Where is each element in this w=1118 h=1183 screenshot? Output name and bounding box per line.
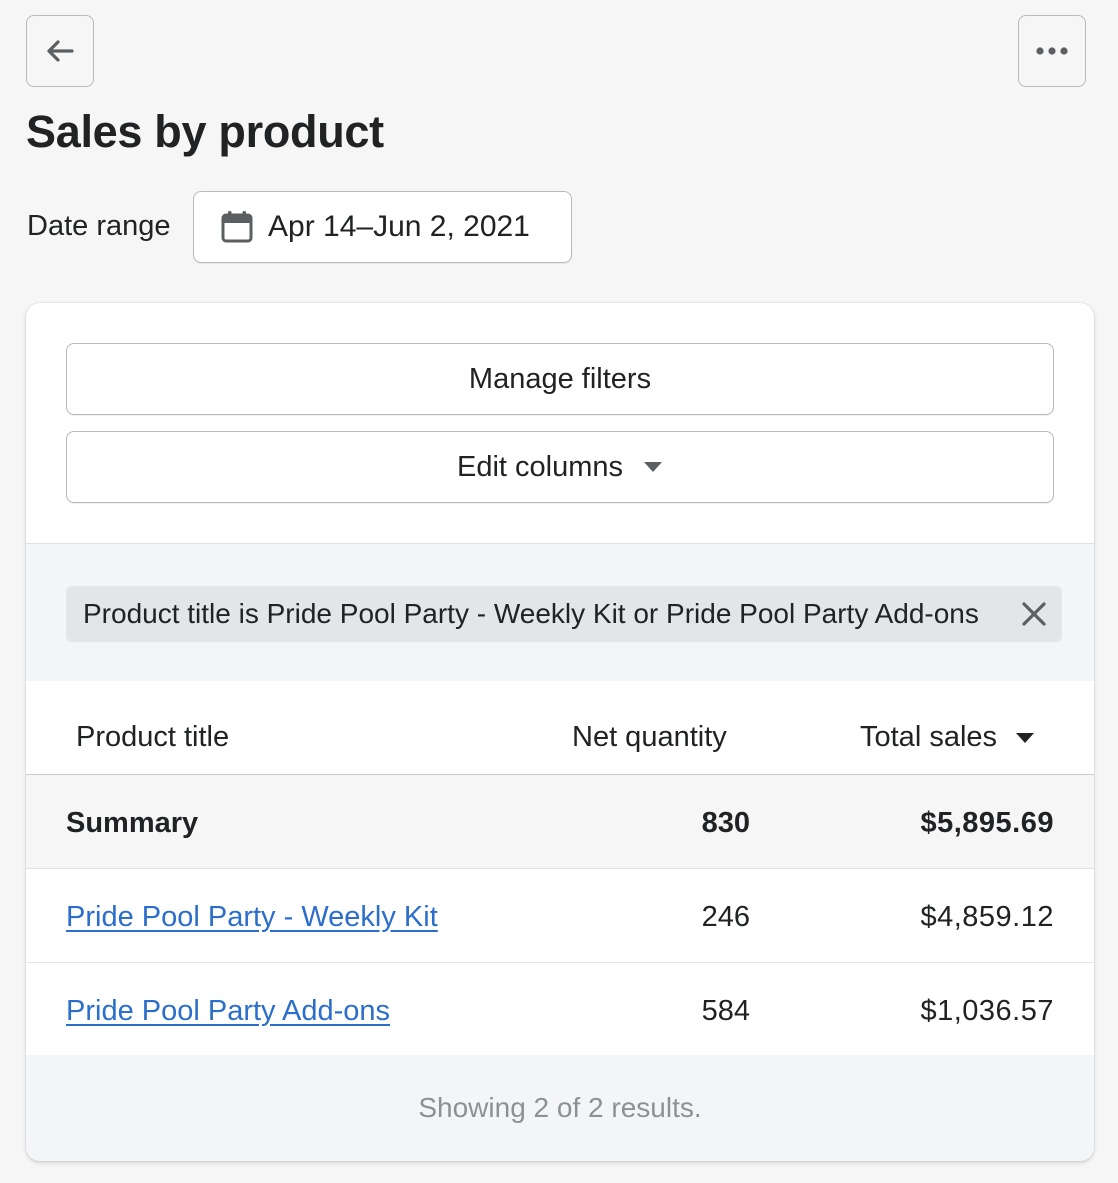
table-row: Pride Pool Party - Weekly Kit 246 $4,859… <box>26 869 1094 963</box>
more-actions-button[interactable] <box>1018 15 1086 87</box>
edit-columns-label: Edit columns <box>456 450 623 483</box>
summary-total-sales: $5,895.69 <box>920 807 1054 839</box>
table-row: Pride Pool Party Add-ons 584 $1,036.57 <box>26 963 1094 1057</box>
product-link[interactable]: Pride Pool Party Add-ons <box>66 995 390 1028</box>
summary-row: Summary 830 $5,895.69 <box>26 775 1094 869</box>
caret-down-icon <box>644 462 662 472</box>
table-header: Product title Net quantity Total sales <box>26 681 1094 775</box>
date-range-label: Date range <box>27 210 171 242</box>
column-header-total-sales[interactable]: Total sales <box>860 721 1035 754</box>
manage-filters-button[interactable]: Manage filters <box>66 343 1054 415</box>
column-header-product-title[interactable]: Product title <box>76 721 229 754</box>
summary-net-quantity: 830 <box>701 807 750 839</box>
edit-columns-button[interactable]: Edit columns <box>66 431 1054 503</box>
filter-chip-text: Product title is Pride Pool Party - Week… <box>83 598 979 629</box>
horizontal-dots-icon <box>1036 47 1068 55</box>
column-header-total-sales-label: Total sales <box>860 721 998 753</box>
summary-label: Summary <box>66 807 199 839</box>
total-sales-cell: $1,036.57 <box>920 995 1054 1027</box>
manage-filters-label: Manage filters <box>468 362 652 395</box>
close-icon[interactable] <box>1018 598 1050 630</box>
filter-chip: Product title is Pride Pool Party - Week… <box>66 586 1062 642</box>
net-quantity-cell: 584 <box>701 995 750 1027</box>
sort-descending-icon <box>1016 732 1035 743</box>
page-title: Sales by product <box>26 106 384 157</box>
report-card: Manage filters Edit columns Product titl… <box>26 303 1094 1161</box>
total-sales-cell: $4,859.12 <box>920 901 1054 933</box>
back-button[interactable] <box>26 15 94 87</box>
calendar-icon <box>221 211 253 243</box>
applied-filters: Product title is Pride Pool Party - Week… <box>26 543 1094 681</box>
product-link[interactable]: Pride Pool Party - Weekly Kit <box>66 901 438 934</box>
date-range-picker[interactable]: Apr 14–Jun 2, 2021 <box>193 191 572 263</box>
arrow-left-icon <box>47 40 74 62</box>
column-header-net-quantity[interactable]: Net quantity <box>572 721 727 754</box>
results-footer: Showing 2 of 2 results. <box>26 1055 1094 1161</box>
net-quantity-cell: 246 <box>701 901 750 933</box>
date-range-value: Apr 14–Jun 2, 2021 <box>268 210 530 243</box>
